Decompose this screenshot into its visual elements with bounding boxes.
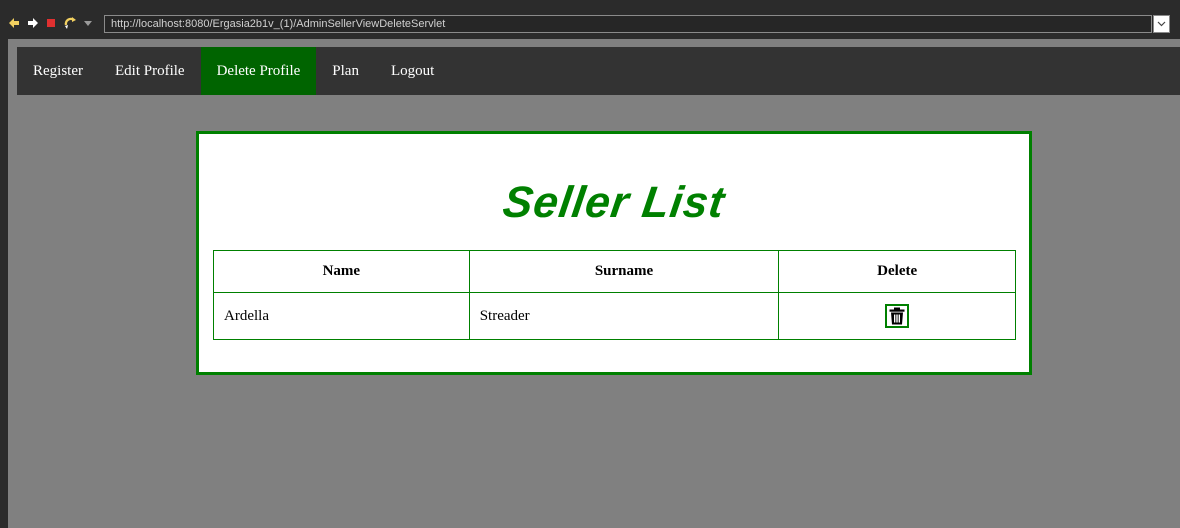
- table-row: Ardella Streader: [213, 292, 1016, 340]
- cell-name: Ardella: [213, 292, 470, 340]
- column-header-delete: Delete: [778, 250, 1016, 293]
- dropdown-arrow-icon[interactable]: [84, 19, 92, 27]
- refresh-icon[interactable]: [63, 16, 77, 30]
- browser-nav-icons: [8, 16, 92, 30]
- browser-toolbar: [0, 7, 1180, 39]
- cell-delete: [778, 292, 1016, 340]
- table-header-row: Name Surname Delete: [213, 250, 1016, 293]
- delete-seller-button[interactable]: [885, 304, 910, 328]
- seller-table: Name Surname Delete Ardella Streader: [213, 250, 1016, 340]
- forward-arrow-icon[interactable]: [27, 17, 39, 29]
- page-title: Seller List: [499, 178, 729, 227]
- seller-list-card: Seller List Name Surname Delete Ardella …: [196, 131, 1032, 375]
- nav-logout[interactable]: Logout: [375, 47, 450, 95]
- back-arrow-icon[interactable]: [8, 17, 20, 29]
- nav-edit-profile[interactable]: Edit Profile: [99, 47, 201, 95]
- cell-surname: Streader: [468, 292, 780, 340]
- stop-icon[interactable]: [46, 18, 56, 28]
- url-input[interactable]: [104, 15, 1152, 33]
- column-header-name: Name: [213, 250, 470, 293]
- nav-delete-profile[interactable]: Delete Profile: [200, 47, 317, 95]
- nav-plan[interactable]: Plan: [316, 47, 375, 95]
- window-left-edge: [0, 39, 8, 528]
- column-header-surname: Surname: [468, 250, 780, 293]
- url-dropdown-button[interactable]: [1153, 15, 1170, 33]
- window-top-strip: [0, 0, 1180, 7]
- main-navbar: Register Edit Profile Delete Profile Pla…: [17, 47, 1180, 95]
- trash-icon: [889, 307, 905, 325]
- nav-register[interactable]: Register: [17, 47, 99, 95]
- chevron-down-icon: [1157, 21, 1166, 27]
